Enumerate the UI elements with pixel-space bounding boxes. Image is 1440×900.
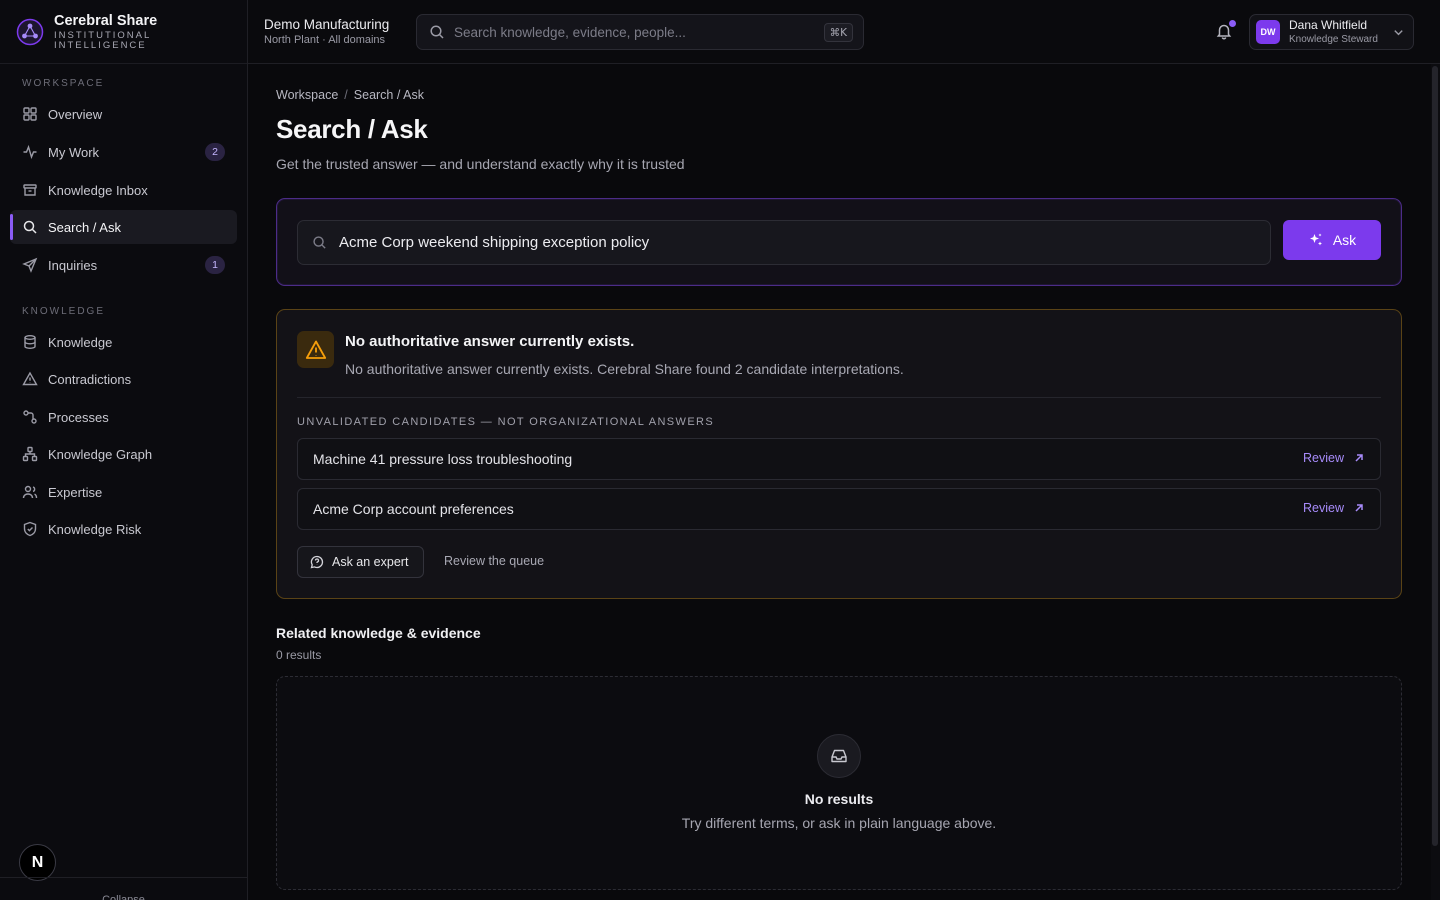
sparkles-icon xyxy=(1309,233,1322,246)
users-icon xyxy=(22,485,38,499)
sidebar-item-label: My Work xyxy=(48,144,100,160)
arrow-up-right-icon xyxy=(1355,504,1363,512)
warning-icon xyxy=(297,331,334,368)
empty-description: Try different terms, or ask in plain lan… xyxy=(681,815,997,831)
shield-icon xyxy=(23,521,37,537)
chevron-down-icon xyxy=(1394,30,1403,36)
candidates-label: Unvalidated candidates — not organizatio… xyxy=(297,416,715,428)
network-icon xyxy=(22,446,38,462)
alert-description: No authoritative answer currently exists… xyxy=(345,361,904,377)
count-badge: 2 xyxy=(205,143,225,161)
candidate-item[interactable]: Machine 41 pressure loss troubleshooting… xyxy=(297,438,1381,480)
arrow-up-right-icon xyxy=(1355,454,1363,462)
alert-title: No authoritative answer currently exists… xyxy=(345,333,635,350)
results-count: 0 results xyxy=(276,648,322,662)
review-queue-link[interactable]: Review the queue xyxy=(444,554,544,568)
ask-expert-label: Ask an expert xyxy=(332,555,409,569)
sidebar-item-knowledge-inbox[interactable]: Knowledge Inbox xyxy=(10,173,237,207)
brand-name: Cerebral Share xyxy=(54,12,158,29)
breadcrumb: Workspace / Search / Ask xyxy=(276,88,424,102)
sidebar-item-label: Knowledge Inbox xyxy=(48,182,148,198)
sidebar-item-knowledge-graph[interactable]: Knowledge Graph xyxy=(10,437,237,471)
sidebar-item-label: Processes xyxy=(48,409,109,425)
sidebar-item-label: Overview xyxy=(48,106,103,122)
warning-icon xyxy=(22,371,38,386)
message-help-icon xyxy=(310,555,324,569)
grid-icon xyxy=(23,107,37,121)
inbox-icon xyxy=(817,734,861,778)
no-answer-alert: No authoritative answer currently exists… xyxy=(276,309,1402,599)
archive-icon xyxy=(23,184,37,196)
sidebar-item-my-work[interactable]: My Work 2 xyxy=(10,135,237,169)
sidebar-item-label: Contradictions xyxy=(48,371,132,387)
activity-icon xyxy=(23,144,37,160)
candidate-title: Machine 41 pressure loss troubleshooting xyxy=(313,451,573,467)
sidebar-item-processes[interactable]: Processes xyxy=(10,400,237,434)
sidebar-item-knowledge[interactable]: Knowledge xyxy=(10,325,237,359)
search-icon xyxy=(430,25,444,39)
page-title: Search / Ask xyxy=(276,114,428,144)
brand[interactable]: Cerebral Share Institutional Intelligenc… xyxy=(0,0,247,64)
search-icon xyxy=(23,220,37,234)
brand-tagline: Institutional Intelligence xyxy=(54,29,152,51)
nav-section-knowledge: Knowledge xyxy=(22,306,106,317)
sidebar-item-label: Inquiries xyxy=(48,257,98,273)
global-search-input[interactable]: Search knowledge, evidence, people... ⌘K xyxy=(416,14,864,50)
divider xyxy=(297,397,1381,398)
n-badge-button[interactable]: N xyxy=(19,844,56,881)
database-icon xyxy=(24,335,36,350)
ask-expert-button[interactable]: Ask an expert xyxy=(297,546,424,578)
sidebar-item-overview[interactable]: Overview xyxy=(10,97,237,131)
sidebar-item-label: Knowledge Graph xyxy=(48,446,153,462)
related-title: Related knowledge & evidence xyxy=(276,625,481,641)
sidebar-item-label: Knowledge Risk xyxy=(48,521,142,537)
org-switcher[interactable]: Demo Manufacturing North Plant · All dom… xyxy=(264,17,389,47)
query-value: Acme Corp weekend shipping exception pol… xyxy=(339,234,650,251)
search-placeholder: Search knowledge, evidence, people... xyxy=(454,24,686,40)
topbar: Demo Manufacturing North Plant · All dom… xyxy=(248,0,1440,64)
candidate-item[interactable]: Acme Corp account preferences Review xyxy=(297,488,1381,530)
scrollbar-thumb[interactable] xyxy=(1432,66,1438,846)
brand-logo-icon xyxy=(16,18,44,45)
ask-query-input[interactable]: Acme Corp weekend shipping exception pol… xyxy=(297,220,1271,265)
ask-button-label: Ask xyxy=(1332,232,1357,248)
org-name: Demo Manufacturing xyxy=(264,17,390,32)
sidebar-item-inquiries[interactable]: Inquiries 1 xyxy=(10,248,237,282)
collapse-button[interactable]: Collapse xyxy=(0,877,247,900)
org-scope: North Plant · All domains xyxy=(264,34,386,46)
avatar: DW xyxy=(1256,20,1280,44)
review-link[interactable]: Review xyxy=(1303,451,1365,465)
notification-dot xyxy=(1229,20,1236,27)
breadcrumb-current: Search / Ask xyxy=(353,88,424,102)
sidebar-item-expertise[interactable]: Expertise xyxy=(10,475,237,509)
ask-button[interactable]: Ask xyxy=(1283,220,1381,260)
sidebar: Cerebral Share Institutional Intelligenc… xyxy=(0,0,248,900)
sidebar-item-contradictions[interactable]: Contradictions xyxy=(10,362,237,396)
keyboard-shortcut: ⌘K xyxy=(823,23,853,42)
page-subtitle: Get the trusted answer — and understand … xyxy=(276,156,685,172)
review-link[interactable]: Review xyxy=(1303,501,1365,515)
empty-state: No results Try different terms, or ask i… xyxy=(276,676,1402,890)
sidebar-item-search-ask[interactable]: Search / Ask xyxy=(10,210,237,244)
empty-title: No results xyxy=(804,791,874,807)
count-badge: 1 xyxy=(205,256,225,274)
sidebar-item-label: Search / Ask xyxy=(48,219,121,235)
ask-panel: Acme Corp weekend shipping exception pol… xyxy=(276,198,1402,286)
collapse-label: Collapse xyxy=(102,894,145,900)
sidebar-item-knowledge-risk[interactable]: Knowledge Risk xyxy=(10,512,237,546)
user-menu[interactable]: DW Dana Whitfield Knowledge Steward xyxy=(1249,14,1414,50)
user-name: Dana Whitfield xyxy=(1289,18,1368,32)
breadcrumb-workspace[interactable]: Workspace xyxy=(276,88,338,102)
candidate-title: Acme Corp account preferences xyxy=(313,501,514,517)
workflow-icon xyxy=(23,410,37,424)
sidebar-item-label: Knowledge xyxy=(48,334,113,350)
nav-section-workspace: Workspace xyxy=(22,78,105,89)
user-role: Knowledge Steward xyxy=(1289,34,1378,45)
send-icon xyxy=(22,257,38,273)
search-icon xyxy=(313,236,326,249)
sidebar-item-label: Expertise xyxy=(48,484,103,500)
